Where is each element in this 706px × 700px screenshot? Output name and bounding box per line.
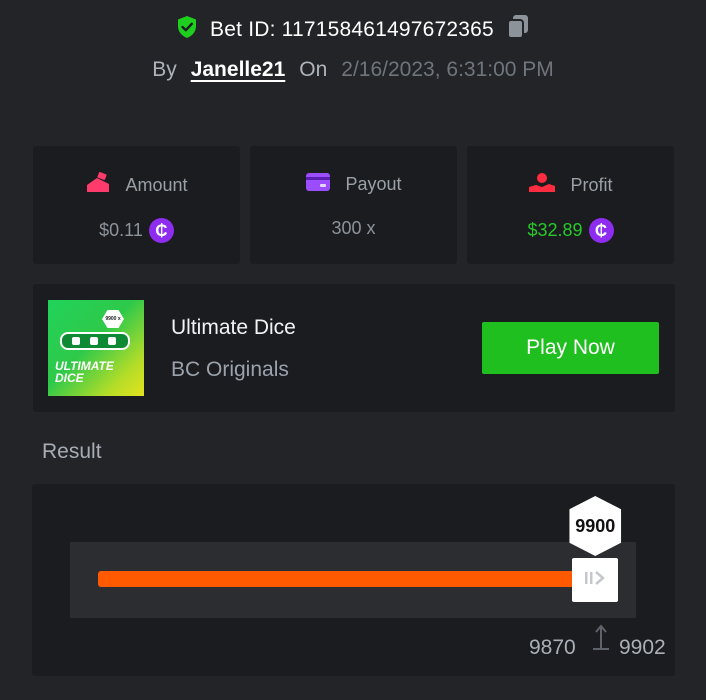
amount-label: Amount — [125, 175, 188, 195]
game-card: 9900 x ULTIMATE DICE Ultimate Dice BC Or… — [33, 284, 675, 412]
payout-value: 300 x — [331, 218, 376, 238]
result-slider-handle — [572, 558, 619, 602]
profit-label: Profit — [570, 175, 613, 195]
username-link[interactable]: Janelle21 — [191, 58, 286, 82]
copy-icon[interactable] — [506, 14, 530, 45]
slider-handle-icon — [583, 569, 607, 592]
profit-value: $32.89 — [527, 220, 583, 240]
game-provider: BC Originals — [171, 358, 289, 381]
verified-shield-icon — [176, 15, 198, 44]
bet-id-text: Bet ID: 117158461497672365 — [210, 17, 494, 41]
range-max-label: 9902 — [619, 636, 666, 659]
game-title: Ultimate Dice — [171, 316, 296, 339]
bet-amount-icon — [85, 172, 111, 199]
profit-card: Profit $32.89 ₵ — [467, 146, 674, 264]
result-heading: Result — [42, 440, 102, 463]
game-thumbnail[interactable]: 9900 x ULTIMATE DICE — [48, 300, 144, 396]
play-now-button[interactable]: Play Now — [482, 322, 659, 374]
by-label: By — [152, 58, 177, 81]
bet-datetime: 2/16/2023, 6:31:00 PM — [341, 58, 554, 81]
profit-hand-icon — [528, 172, 556, 199]
result-fill-bar — [98, 571, 590, 587]
currency-coin-icon: ₵ — [588, 218, 614, 243]
result-card: 9900 9870 9902 — [32, 484, 675, 676]
thumbnail-logo-text: ULTIMATE DICE — [55, 359, 114, 385]
bet-author-row: By Janelle21 On 2/16/2023, 6:31:00 PM — [0, 58, 706, 82]
currency-coin-icon: ₵ — [148, 218, 174, 243]
thumbnail-badge: 9900 x — [102, 310, 124, 328]
amount-value: $0.11 — [99, 220, 143, 240]
bet-id-row: Bet ID: 117158461497672365 — [0, 14, 706, 45]
range-arrow-icon — [593, 624, 609, 657]
amount-card: Amount $0.11 ₵ — [33, 146, 240, 264]
payout-label: Payout — [345, 174, 402, 194]
range-min-label: 9870 — [529, 636, 576, 659]
card-icon — [305, 172, 331, 197]
thumbnail-slider-graphic — [60, 332, 130, 350]
payout-card: Payout 300 x — [250, 146, 457, 264]
on-label: On — [299, 58, 328, 81]
